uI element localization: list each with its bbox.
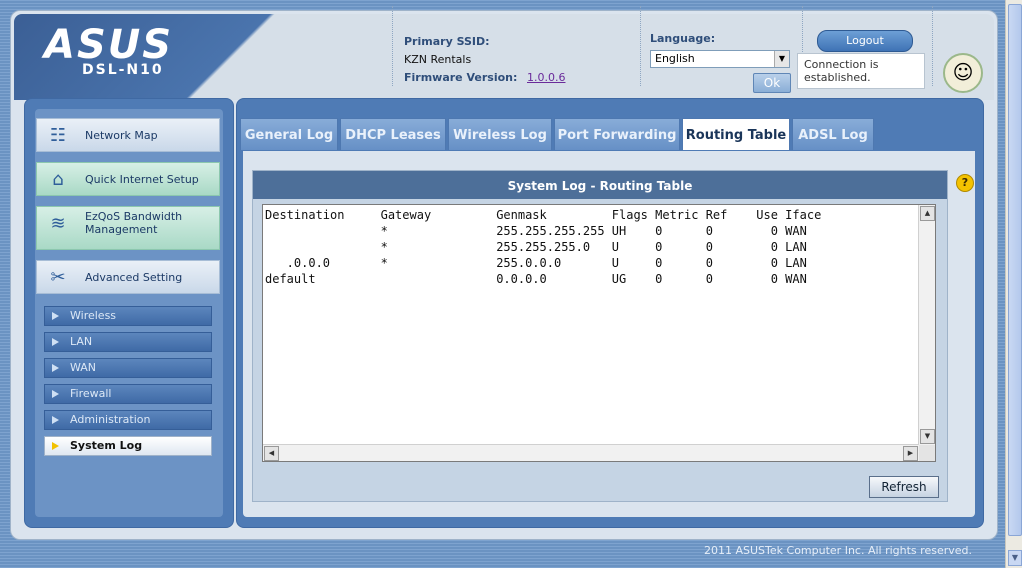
sidebar-item-label: Quick Internet Setup [85, 173, 199, 186]
sidebar-subitem-label: Administration [70, 413, 151, 426]
header-divider [640, 6, 642, 86]
header-divider [392, 6, 394, 86]
sidebar-subitem-label: Wireless [70, 309, 117, 322]
help-icon[interactable]: ? [956, 174, 974, 192]
sidebar-subitem-system-log[interactable]: System Log [44, 436, 212, 456]
arrow-right-icon [52, 416, 59, 424]
sidebar-subitem-wan[interactable]: WAN [44, 358, 212, 378]
scroll-down-icon[interactable]: ▼ [1008, 550, 1022, 566]
page-scrollbar[interactable]: ▼ [1005, 0, 1022, 568]
panel-title: System Log - Routing Table [253, 171, 947, 199]
arrow-right-icon [52, 338, 59, 346]
log-vertical-scrollbar[interactable]: ▲ ▼ [918, 205, 935, 445]
connection-status: Connection is established. [797, 53, 925, 89]
sidebar-item-quick-internet-setup[interactable]: ⌂ Quick Internet Setup [36, 162, 220, 196]
arrow-right-icon [52, 390, 59, 398]
language-label: Language: [650, 32, 716, 45]
sidebar-subitem-label: LAN [70, 335, 93, 348]
tab-routing-table[interactable]: Routing Table [682, 118, 790, 150]
page-scrollbar-thumb[interactable] [1008, 4, 1022, 536]
sidebar-item-ezqos[interactable]: ≋ EzQoS Bandwidth Management [36, 206, 220, 250]
arrow-right-icon [52, 364, 59, 372]
ssid-label: Primary SSID: [404, 35, 490, 48]
routing-table-log[interactable]: Destination Gateway Genmask Flags Metric… [262, 204, 936, 462]
scroll-up-icon[interactable]: ▲ [920, 206, 935, 221]
network-map-icon: ☷ [49, 125, 67, 146]
sidebar-subitem-wireless[interactable]: Wireless [44, 306, 212, 326]
footer-copyright: 2011 ASUSTek Computer Inc. All rights re… [704, 544, 972, 557]
routing-table-text: Destination Gateway Genmask Flags Metric… [265, 208, 822, 286]
arrow-right-icon [52, 312, 59, 320]
scroll-left-icon[interactable]: ◀ [264, 446, 279, 461]
header-divider [932, 6, 934, 86]
tab-dhcp-leases[interactable]: DHCP Leases [340, 118, 446, 150]
sidebar-subitem-label: System Log [70, 439, 143, 452]
scrollbar-corner [919, 445, 935, 461]
chevron-down-icon[interactable]: ▼ [774, 51, 789, 67]
scroll-right-icon[interactable]: ▶ [903, 446, 918, 461]
logo-area: ASUS DSL-N10 [14, 14, 394, 100]
router-icon: ⌂ [52, 169, 64, 190]
sidebar-item-network-map[interactable]: ☷ Network Map [36, 118, 220, 152]
sidebar-subitem-label: Firewall [70, 387, 112, 400]
sidebar-item-label: Network Map [85, 129, 158, 142]
refresh-button[interactable]: Refresh [869, 476, 939, 498]
tab-wireless-log[interactable]: Wireless Log [448, 118, 552, 150]
sidebar-item-label: Advanced Setting [85, 271, 183, 284]
qos-icon: ≋ [50, 213, 66, 234]
sidebar-subitem-lan[interactable]: LAN [44, 332, 212, 352]
sidebar-item-advanced-setting[interactable]: ✂ Advanced Setting [36, 260, 220, 294]
tools-icon: ✂ [50, 267, 66, 288]
language-select[interactable]: English ▼ [650, 50, 790, 68]
firmware-version-link[interactable]: 1.0.0.6 [527, 71, 565, 84]
log-horizontal-scrollbar[interactable]: ◀ ▶ [263, 444, 919, 461]
tab-adsl-log[interactable]: ADSL Log [792, 118, 874, 150]
sidebar-item-label: EzQoS Bandwidth Management [85, 210, 183, 236]
model-name: DSL-N10 [82, 62, 164, 78]
logout-button[interactable]: Logout [817, 30, 913, 52]
language-value: English [655, 52, 695, 65]
sidebar-subitem-administration[interactable]: Administration [44, 410, 212, 430]
scroll-down-icon[interactable]: ▼ [920, 429, 935, 444]
ssid-value: KZN Rentals [404, 53, 472, 66]
sidebar-subitem-firewall[interactable]: Firewall [44, 384, 212, 404]
tab-general-log[interactable]: General Log [240, 118, 338, 150]
firmware-label: Firmware Version: [404, 71, 518, 84]
language-ok-button[interactable]: Ok [753, 73, 791, 93]
status-face-icon[interactable]: ☺ [943, 53, 983, 93]
arrow-right-icon [52, 442, 59, 450]
sidebar-subitem-label: WAN [70, 361, 97, 374]
tab-port-forwarding[interactable]: Port Forwarding [554, 118, 680, 150]
